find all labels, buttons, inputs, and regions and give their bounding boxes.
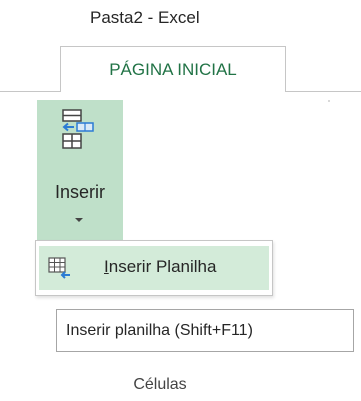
inserir-dropdown-menu: Inserir Planilha [35, 240, 273, 296]
menu-item-label: Inserir Planilha [104, 257, 216, 277]
insert-sheet-icon [48, 257, 70, 279]
menu-item-inserir-planilha[interactable]: Inserir Planilha [39, 246, 269, 290]
tooltip-text: Inserir planilha (Shift+F11) [66, 321, 253, 339]
ribbon-divider-right [286, 91, 361, 92]
inserir-label: Inserir [54, 182, 105, 202]
dropdown-arrow-icon[interactable] [75, 218, 83, 222]
insert-cells-icon [62, 109, 94, 149]
window-title: Pasta2 - Excel [90, 8, 200, 27]
excel-ribbon-screen: Pasta2 - Excel PÁGINA INICIAL Inserir In… [0, 0, 361, 401]
inserir-button[interactable]: Inserir [37, 100, 123, 250]
menu-item-label-rest: nserir Planilha [108, 257, 217, 276]
ribbon-separator-dot [328, 100, 330, 102]
ribbon-divider-left [0, 91, 60, 92]
tab-label: PÁGINA INICIAL [109, 59, 237, 79]
tooltip: Inserir planilha (Shift+F11) [56, 309, 354, 352]
tab-pagina-inicial[interactable]: PÁGINA INICIAL [60, 46, 286, 92]
ribbon-group-label: Células [133, 376, 187, 393]
